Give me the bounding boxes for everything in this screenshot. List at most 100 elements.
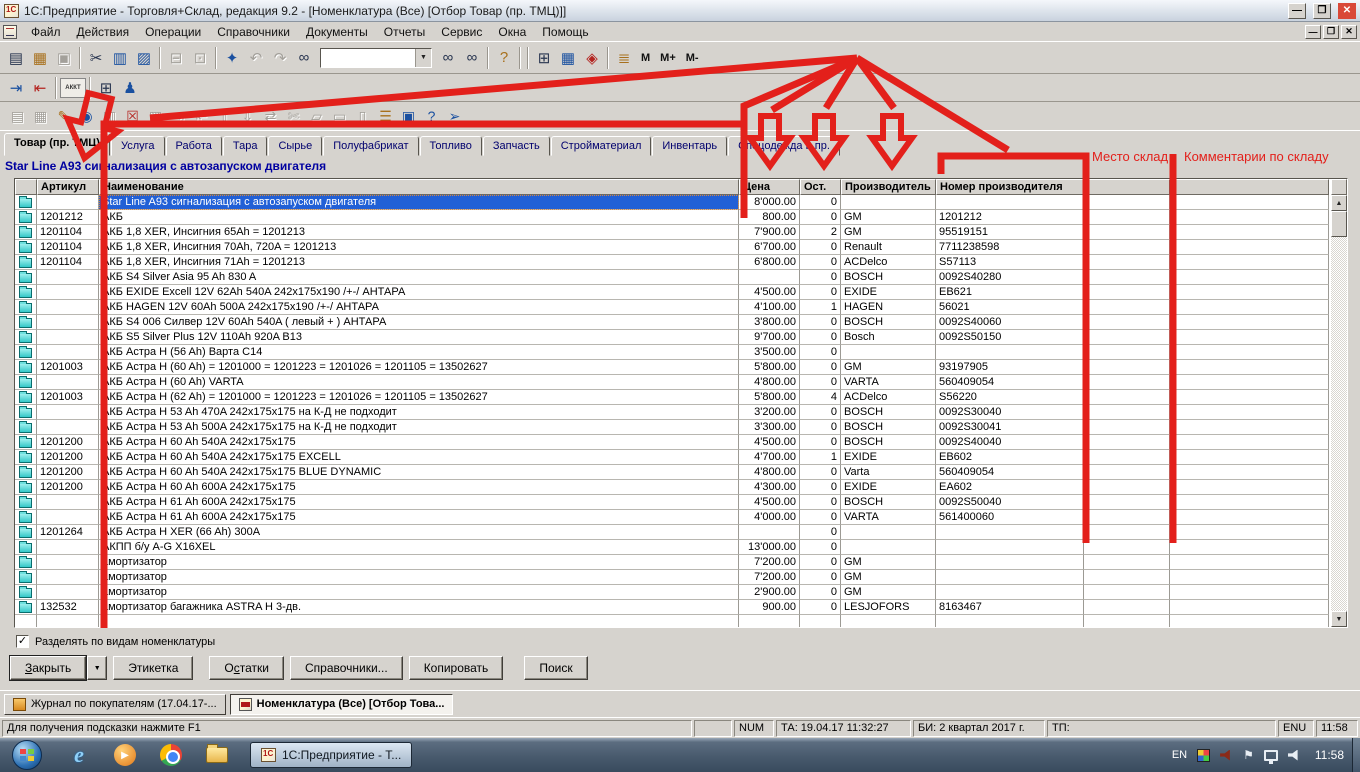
- table-cell[interactable]: [936, 345, 1084, 360]
- table-cell[interactable]: АКБ Астра H (62 Ah) = 1201000 = 1201223 …: [99, 390, 739, 405]
- table-cell[interactable]: 1201104: [37, 255, 99, 270]
- transfer-icon[interactable]: ⇄: [259, 105, 282, 127]
- table-cell[interactable]: [1170, 540, 1329, 555]
- table-row[interactable]: 1201003АКБ Астра H (60 Ah) = 1201000 = 1…: [15, 360, 1331, 375]
- table-cell[interactable]: 4'000.00: [739, 510, 800, 525]
- search-button[interactable]: Поиск: [524, 656, 587, 680]
- table-cell[interactable]: [1170, 570, 1329, 585]
- table-row[interactable]: амортизатор2'900.000GM: [15, 585, 1331, 600]
- table-cell[interactable]: [37, 375, 99, 390]
- group-icon-cell[interactable]: [15, 240, 37, 255]
- table-cell[interactable]: 1201003: [37, 360, 99, 375]
- minimize-button[interactable]: —: [1288, 3, 1306, 19]
- menu-item[interactable]: Файл: [23, 23, 69, 41]
- find-next-icon[interactable]: ∞: [436, 46, 460, 70]
- table-cell[interactable]: [37, 300, 99, 315]
- start-button[interactable]: [12, 740, 42, 770]
- find-icon[interactable]: ∞: [292, 46, 316, 70]
- group-icon-cell[interactable]: [15, 540, 37, 555]
- table-cell[interactable]: EA602: [936, 480, 1084, 495]
- table-cell[interactable]: 6'800.00: [739, 255, 800, 270]
- table-cell[interactable]: 0: [800, 525, 841, 540]
- active-task-button[interactable]: 1С:Предприятие - Т...: [250, 742, 412, 768]
- catalog-tab[interactable]: Инвентарь: [652, 136, 727, 156]
- table-cell[interactable]: [37, 510, 99, 525]
- table-cell[interactable]: 1201212: [936, 210, 1084, 225]
- group-icon-cell[interactable]: [15, 315, 37, 330]
- column-header[interactable]: [1084, 179, 1170, 195]
- table-cell[interactable]: 8163467: [936, 600, 1084, 615]
- table-row[interactable]: АКБ S4 006 Силвер 12V 60Ah 540A ( левый …: [15, 315, 1331, 330]
- memory-button[interactable]: М: [636, 48, 655, 68]
- table-cell[interactable]: [1084, 195, 1170, 210]
- group-icon-cell[interactable]: [15, 300, 37, 315]
- table-cell[interactable]: [1084, 480, 1170, 495]
- mdi-window-button[interactable]: Номенклатура (Все) [Отбор Това...: [230, 694, 454, 715]
- table-cell[interactable]: [1170, 435, 1329, 450]
- table-cell[interactable]: 1: [800, 300, 841, 315]
- table-row[interactable]: АКБ Астра H (56 Ah) Варта C143'500.000: [15, 345, 1331, 360]
- table-cell[interactable]: [739, 270, 800, 285]
- copy-icon[interactable]: ▥: [108, 46, 132, 70]
- table-cell[interactable]: АКБ: [99, 210, 739, 225]
- group-icon-cell[interactable]: [15, 375, 37, 390]
- table-cell[interactable]: 0: [800, 255, 841, 270]
- table-cell[interactable]: [37, 495, 99, 510]
- search-combobox-field[interactable]: [321, 49, 415, 67]
- table-cell[interactable]: [936, 525, 1084, 540]
- table-cell[interactable]: 4'800.00: [739, 465, 800, 480]
- combobox-dropdown-icon[interactable]: ▼: [415, 49, 431, 67]
- group-icon-cell[interactable]: [15, 495, 37, 510]
- menu-item[interactable]: Сервис: [433, 23, 490, 41]
- table-cell[interactable]: [1084, 330, 1170, 345]
- table-cell[interactable]: 0: [800, 570, 841, 585]
- table-cell[interactable]: АКБ S4 006 Силвер 12V 60Ah 540A ( левый …: [99, 315, 739, 330]
- mdi-restore-button[interactable]: ❒: [1323, 25, 1339, 39]
- internet-explorer-icon[interactable]: e: [64, 740, 94, 770]
- help-icon[interactable]: ?: [492, 46, 516, 70]
- table-cell[interactable]: 0092S30041: [936, 420, 1084, 435]
- table-cell[interactable]: LESJOFORS: [841, 600, 936, 615]
- table-cell[interactable]: [1084, 315, 1170, 330]
- table-cell[interactable]: 0092S30040: [936, 405, 1084, 420]
- footer-button[interactable]: Этикетка: [113, 656, 193, 680]
- table-cell[interactable]: 2'900.00: [739, 585, 800, 600]
- table-cell[interactable]: 0092S50040: [936, 495, 1084, 510]
- mdi-minimize-button[interactable]: —: [1305, 25, 1321, 39]
- move-out-group-icon[interactable]: ⇤: [190, 105, 213, 127]
- table-cell[interactable]: АКБ S5 Silver Plus 12V 110Ah 920A B13: [99, 330, 739, 345]
- table-cell[interactable]: 1201003: [37, 390, 99, 405]
- table-cell[interactable]: 0: [800, 480, 841, 495]
- table-cell[interactable]: Bosch: [841, 330, 936, 345]
- table-row[interactable]: 1201200АКБ Астра H 60 Ah 540A 242x175x17…: [15, 450, 1331, 465]
- table-cell[interactable]: [1170, 450, 1329, 465]
- table-row[interactable]: 1201200АКБ Астра H 60 Ah 600A 242x175x17…: [15, 480, 1331, 495]
- media-player-icon[interactable]: ▶: [110, 740, 140, 770]
- table-row[interactable]: АКБ S4 Silver Asia 95 Ah 830 A0BOSCH0092…: [15, 270, 1331, 285]
- menu-item[interactable]: Документы: [298, 23, 376, 41]
- table-cell[interactable]: АКБ Астра H (60 Ah) VARTA: [99, 375, 739, 390]
- table-cell[interactable]: [936, 540, 1084, 555]
- table-cell[interactable]: [1170, 360, 1329, 375]
- antivirus-tray-icon[interactable]: [1197, 749, 1210, 762]
- table-cell[interactable]: 0: [800, 585, 841, 600]
- table-cell[interactable]: 132532: [37, 600, 99, 615]
- menu-item[interactable]: Операции: [137, 23, 209, 41]
- table-cell[interactable]: [1084, 405, 1170, 420]
- table-row[interactable]: АКБ Астра H (60 Ah) VARTA4'800.000VARTA5…: [15, 375, 1331, 390]
- table-row[interactable]: 1201104АКБ 1,8 XER, Инсигния 65Ah = 1201…: [15, 225, 1331, 240]
- table-cell[interactable]: АКБ 1,8 XER, Инсигния 70Ah, 720A = 12012…: [99, 240, 739, 255]
- table-row[interactable]: 1201003АКБ Астра H (62 Ah) = 1201000 = 1…: [15, 390, 1331, 405]
- table-cell[interactable]: GM: [841, 225, 936, 240]
- table-cell[interactable]: [1084, 255, 1170, 270]
- table-cell[interactable]: [1084, 465, 1170, 480]
- table-cell[interactable]: 4: [800, 390, 841, 405]
- table-cell[interactable]: [841, 525, 936, 540]
- table-cell[interactable]: [1084, 390, 1170, 405]
- save-icon[interactable]: ▣: [52, 46, 76, 70]
- table-row[interactable]: 1201200АКБ Астра H 60 Ah 540A 242x175x17…: [15, 465, 1331, 480]
- table-cell[interactable]: [1170, 465, 1329, 480]
- table-cell[interactable]: амортизатор: [99, 555, 739, 570]
- table-cell[interactable]: [1170, 600, 1329, 615]
- table-row[interactable]: АКПП б/у A-G X16XEL13'000.000: [15, 540, 1331, 555]
